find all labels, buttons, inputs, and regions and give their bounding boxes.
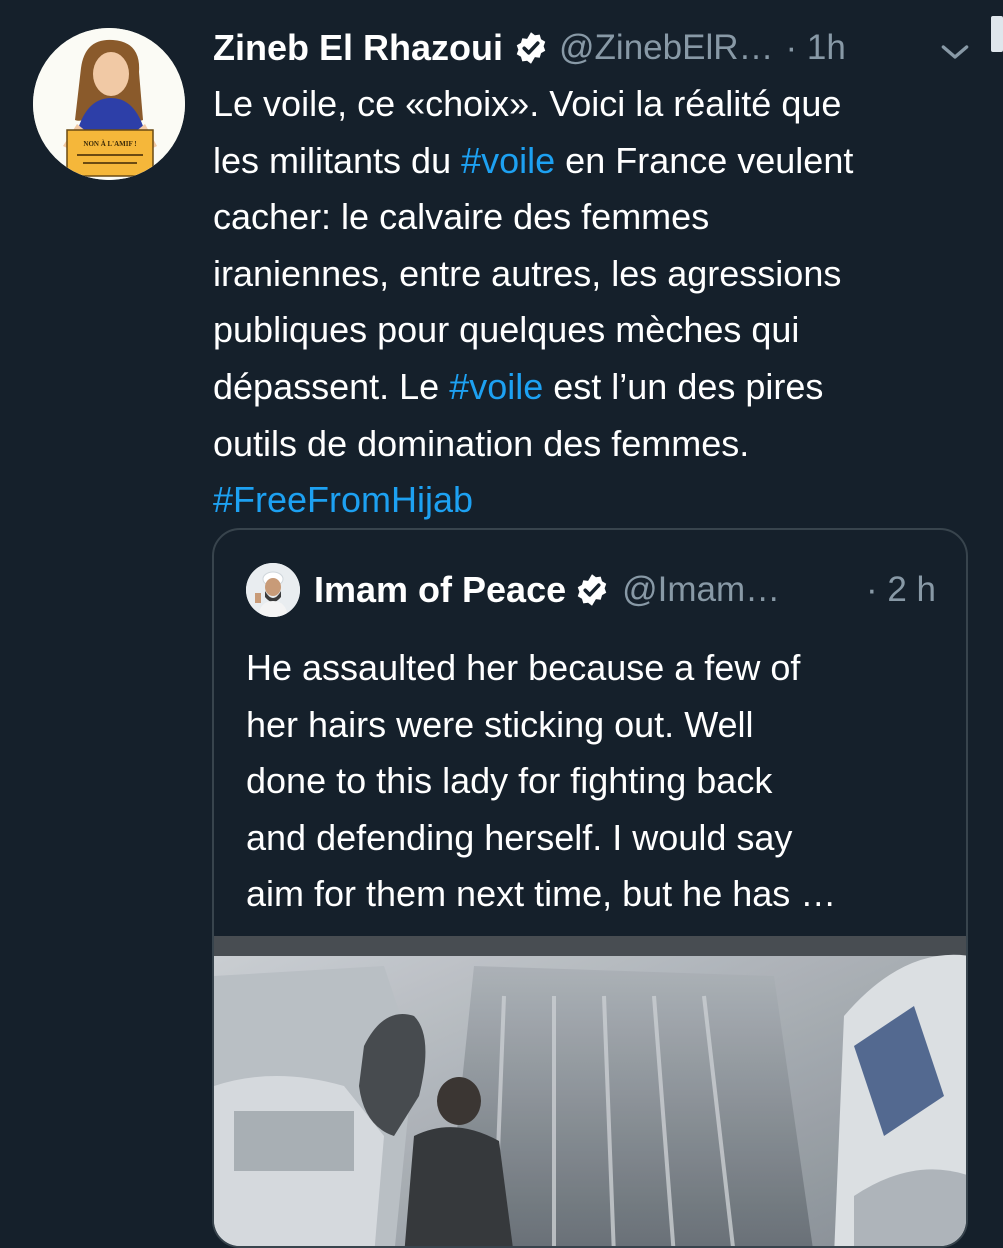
tweet-text-segment: outils de domination des femmes.	[213, 422, 750, 464]
tweet-text-segment: publiques pour quelques mèches qui	[213, 309, 800, 351]
quoted-body-line: aim for them next time, but he has …	[246, 873, 837, 915]
quoted-author-display-name[interactable]: Imam of Peace	[314, 569, 566, 611]
tweet-text-segment: dépassent. Le	[213, 365, 450, 407]
tweet-text-segment: est l’un des pires	[543, 365, 824, 407]
quoted-body-line: He assaulted her because a few of	[246, 647, 801, 688]
quoted-tweet-header: Imam of Peace @Imam… · 2 h	[246, 562, 936, 618]
tweet-body-line: dépassent. Le #voile est l’un des pires	[213, 359, 983, 416]
avatar-sign-text: NON À L'AMIF !	[83, 140, 136, 148]
quoted-tweet-video-thumbnail[interactable]	[214, 936, 966, 1246]
video-frame-image	[214, 936, 966, 1246]
verified-badge-icon	[577, 574, 607, 606]
tweet-header: Zineb El Rhazoui @ZinebElR… · 1h	[213, 16, 1003, 76]
author-handle[interactable]: @ZinebElR…	[559, 28, 773, 68]
author-avatar[interactable]: NON À L'AMIF !	[33, 28, 185, 180]
tweet-body-line: cacher: le calvaire des femmes	[213, 189, 983, 246]
quoted-tweet-body-text: He assaulted her because a few of her hai…	[246, 640, 946, 923]
quoted-tweet-card[interactable]: Imam of Peace @Imam… · 2 h He assaulted …	[212, 528, 968, 1248]
chevron-down-icon[interactable]	[935, 32, 975, 72]
hashtag-link[interactable]: #voile	[461, 140, 555, 181]
verified-badge-icon	[516, 32, 546, 64]
tweet[interactable]: NON À L'AMIF ! Zineb El Rhazoui @ZinebEl…	[0, 0, 1003, 1248]
tweet-body-line: les militants du #voile en France veulen…	[213, 133, 983, 190]
avatar-illustration: NON À L'AMIF !	[33, 28, 185, 180]
scroll-edge-marker	[991, 16, 1003, 52]
tweet-body-line: Le voile, ce «choix». Voici la réalité q…	[213, 76, 983, 133]
tweet-body-line: outils de domination des femmes.	[213, 416, 983, 473]
tweet-body-line: publiques pour quelques mèches qui	[213, 302, 983, 359]
quoted-author-handle[interactable]: @Imam…	[622, 570, 780, 610]
quoted-body-line: and defending herself. I would say	[246, 816, 793, 858]
quoted-tweet-timestamp[interactable]: · 2 h	[866, 570, 936, 610]
tweet-body-line: iraniennes, entre autres, les agressions	[213, 246, 983, 303]
hashtag-link[interactable]: #voile	[449, 366, 543, 407]
tweet-text-segment: iraniennes, entre autres, les agressions	[213, 252, 842, 294]
hashtag-link[interactable]: #FreeFromHijab	[213, 479, 473, 520]
tweet-timestamp[interactable]: · 1h	[786, 28, 846, 68]
quoted-body-line: her hairs were sticking out. Well	[246, 703, 754, 745]
quoted-author-avatar[interactable]	[246, 563, 300, 617]
tweet-text-segment: les militants du	[213, 139, 462, 181]
author-display-name[interactable]: Zineb El Rhazoui	[213, 27, 503, 69]
tweet-text-segment: en France veulent	[555, 139, 854, 181]
tweet-text-segment: cacher: le calvaire des femmes	[213, 196, 710, 238]
tweet-body-line: #FreeFromHijab	[213, 472, 983, 529]
tweet-body-text: Le voile, ce «choix». Voici la réalité q…	[213, 76, 983, 529]
quoted-avatar-illustration	[246, 563, 300, 617]
quoted-body-line: done to this lady for fighting back	[246, 760, 773, 802]
tweet-text-segment: Le voile, ce «choix». Voici la réalité q…	[213, 83, 842, 124]
